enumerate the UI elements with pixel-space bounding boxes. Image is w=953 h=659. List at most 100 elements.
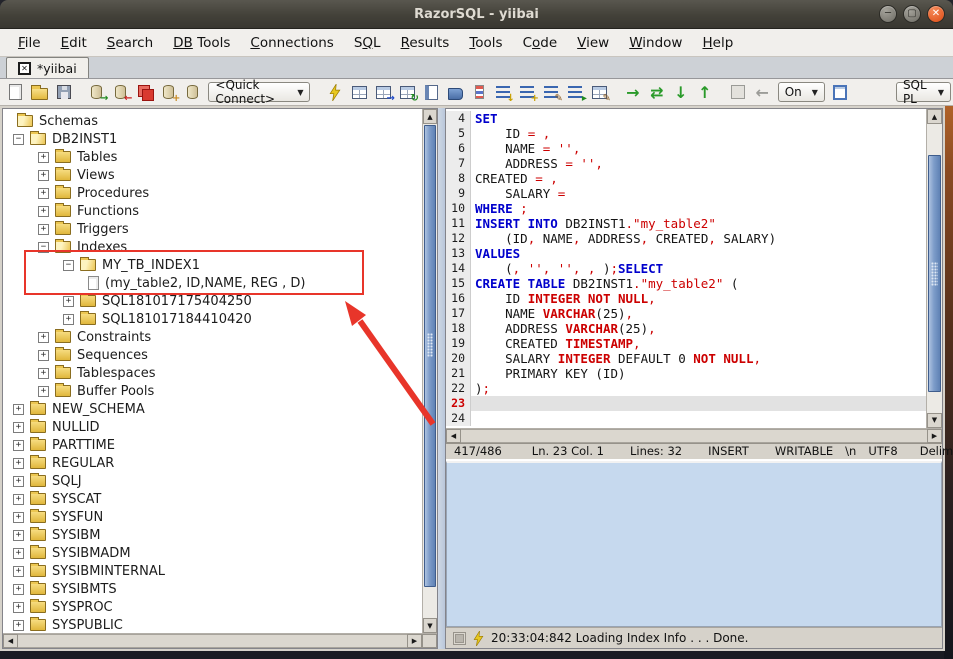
tree-item-sysibmadm[interactable]: +SYSIBMADM <box>3 544 422 562</box>
tree-item-syspublic[interactable]: +SYSPUBLIC <box>3 616 422 633</box>
describe-table-button[interactable] <box>349 81 370 103</box>
tree-vertical-scrollbar[interactable]: ▲ ▼ <box>422 109 437 633</box>
new-file-button[interactable] <box>5 81 26 103</box>
collapse-icon[interactable]: − <box>63 260 74 271</box>
expand-icon[interactable]: + <box>13 404 24 415</box>
collapse-icon[interactable]: − <box>38 242 49 253</box>
refresh-table-button[interactable]: ↻ <box>397 81 418 103</box>
back-button[interactable]: ← <box>752 81 773 103</box>
tree-item-new-schema[interactable]: +NEW_SCHEMA <box>3 400 422 418</box>
title-bar[interactable]: RazorSQL - yiibai ─ ▢ ✕ <box>0 0 953 29</box>
menu-code[interactable]: Code <box>513 31 568 55</box>
expand-icon[interactable]: + <box>38 350 49 361</box>
menu-search[interactable]: Search <box>97 31 163 55</box>
result-list-button[interactable] <box>469 81 490 103</box>
schema-tree[interactable]: Schemas−DB2INST1+Tables+Views+Procedures… <box>3 109 422 633</box>
editor-horizontal-scrollbar[interactable]: ◀ ▶ <box>446 428 942 443</box>
menu-sql[interactable]: SQL <box>344 31 391 55</box>
sql-editor[interactable]: 4SET5 ID = ,6 NAME = '',7 ADDRESS = '',8… <box>446 109 926 428</box>
tree-item-regular[interactable]: +REGULAR <box>3 454 422 472</box>
expand-icon[interactable]: + <box>38 188 49 199</box>
tree-item-my-tb-index1[interactable]: −MY_TB_INDEX1 <box>3 256 422 274</box>
disconnect-button[interactable]: ← <box>110 81 131 103</box>
scroll-right-icon[interactable]: ▶ <box>407 634 422 648</box>
collapse-icon[interactable]: − <box>13 134 24 145</box>
tree-item-nullid[interactable]: +NULLID <box>3 418 422 436</box>
forward-button[interactable]: → <box>622 81 643 103</box>
connect-button[interactable]: → <box>86 81 107 103</box>
menu-edit[interactable]: Edit <box>51 31 97 55</box>
quick-connect-dropdown[interactable]: <Quick Connect>▼ <box>208 82 310 102</box>
tree-item-buffer-pools[interactable]: +Buffer Pools <box>3 382 422 400</box>
menu-db-tools[interactable]: DB Tools <box>163 31 240 55</box>
expand-icon[interactable]: + <box>38 368 49 379</box>
scroll-down-icon[interactable]: ▼ <box>927 413 942 428</box>
scroll-up-icon[interactable]: ▲ <box>927 109 942 124</box>
expand-icon[interactable]: + <box>13 602 24 613</box>
tree-item-parttime[interactable]: +PARTTIME <box>3 436 422 454</box>
mode-dropdown[interactable]: SQL PL▼ <box>896 82 951 102</box>
tree-item-sysibminternal[interactable]: +SYSIBMINTERNAL <box>3 562 422 580</box>
commit-button[interactable] <box>134 81 155 103</box>
editor-hscroll-thumb[interactable] <box>461 429 927 443</box>
tab-close-icon[interactable] <box>18 62 31 75</box>
next-statement-button[interactable]: ↓ <box>670 81 691 103</box>
expand-icon[interactable]: + <box>38 152 49 163</box>
export-table-button[interactable]: → <box>373 81 394 103</box>
expand-icon[interactable]: + <box>38 170 49 181</box>
scroll-up-icon[interactable]: ▲ <box>423 109 437 124</box>
expand-icon[interactable]: + <box>13 476 24 487</box>
tree-item-sysproc[interactable]: +SYSPROC <box>3 598 422 616</box>
tree-item-constraints[interactable]: +Constraints <box>3 328 422 346</box>
scroll-right-icon[interactable]: ▶ <box>927 429 942 443</box>
tree-item-sql181017184410420[interactable]: +SQL181017184410420 <box>3 310 422 328</box>
status-square-icon[interactable] <box>453 632 466 645</box>
tree-item-procedures[interactable]: +Procedures <box>3 184 422 202</box>
commit-checkbox[interactable] <box>728 81 749 103</box>
expand-icon[interactable]: + <box>13 440 24 451</box>
expand-icon[interactable]: + <box>38 332 49 343</box>
tree-hscroll-thumb[interactable] <box>18 634 407 648</box>
panel-splitter[interactable] <box>438 108 445 649</box>
edit-statement-button[interactable]: ✎ <box>541 81 562 103</box>
tree-item-schemas[interactable]: Schemas <box>3 112 422 130</box>
switch-connection-button[interactable]: ⇄ <box>646 81 667 103</box>
tree-item-sqlj[interactable]: +SQLJ <box>3 472 422 490</box>
tree-item-indexes[interactable]: −Indexes <box>3 238 422 256</box>
menu-help[interactable]: Help <box>692 31 743 55</box>
tree-item-tables[interactable]: +Tables <box>3 148 422 166</box>
expand-icon[interactable]: + <box>13 494 24 505</box>
save-button[interactable] <box>53 81 74 103</box>
query-builder-button[interactable]: ✎ <box>589 81 610 103</box>
database-button[interactable] <box>182 81 203 103</box>
tree-item-functions[interactable]: +Functions <box>3 202 422 220</box>
tree-scrollbar-thumb[interactable] <box>424 125 436 587</box>
open-file-button[interactable] <box>29 81 50 103</box>
tree-horizontal-scrollbar[interactable]: ◀ ▶ <box>3 633 437 648</box>
expand-icon[interactable]: + <box>13 512 24 523</box>
expand-icon[interactable]: + <box>38 386 49 397</box>
tree-item-tablespaces[interactable]: +Tablespaces <box>3 364 422 382</box>
tree-item-db2inst1[interactable]: −DB2INST1 <box>3 130 422 148</box>
expand-icon[interactable]: + <box>13 458 24 469</box>
expand-icon[interactable]: + <box>63 314 74 325</box>
expand-icon[interactable]: + <box>13 620 24 631</box>
maximize-icon[interactable]: ▢ <box>903 5 921 23</box>
tab-yiibai[interactable]: *yiibai <box>6 57 89 78</box>
menu-window[interactable]: Window <box>619 31 692 55</box>
menu-tools[interactable]: Tools <box>459 31 512 55</box>
autocommit-dropdown[interactable]: On▼ <box>778 82 825 102</box>
tree-item-sysfun[interactable]: +SYSFUN <box>3 508 422 526</box>
tree-item-sequences[interactable]: +Sequences <box>3 346 422 364</box>
expand-icon[interactable]: + <box>13 584 24 595</box>
menu-file[interactable]: File <box>8 31 51 55</box>
expand-icon[interactable]: + <box>63 296 74 307</box>
previous-statement-button[interactable]: ↑ <box>694 81 715 103</box>
menu-view[interactable]: View <box>567 31 619 55</box>
menu-results[interactable]: Results <box>391 31 460 55</box>
expand-icon[interactable]: + <box>13 566 24 577</box>
add-connection-button[interactable]: + <box>158 81 179 103</box>
tree-item-sysibm[interactable]: +SYSIBM <box>3 526 422 544</box>
notebook-button[interactable] <box>421 81 442 103</box>
tree-item-triggers[interactable]: +Triggers <box>3 220 422 238</box>
